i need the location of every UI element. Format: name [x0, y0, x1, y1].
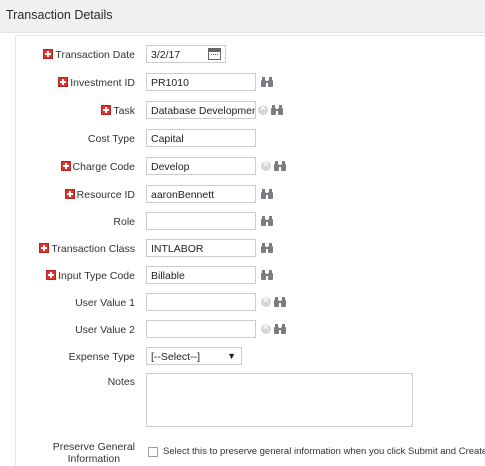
row-transaction-date: Transaction Date 3/2/17	[0, 45, 485, 65]
row-input-type-code: Input Type Code Billable	[0, 266, 485, 286]
row-task: Task Database Developmen	[0, 101, 485, 121]
row-role: Role	[0, 212, 485, 232]
binoculars-icon[interactable]	[261, 243, 273, 253]
required-icon	[43, 49, 54, 59]
task-label: Task	[101, 105, 135, 117]
investment-id-label: Investment ID	[58, 77, 135, 89]
preserve-label: Preserve General Information	[53, 441, 135, 465]
binoculars-icon[interactable]	[274, 297, 286, 307]
resource-id-label: Resource ID	[64, 189, 135, 201]
task-input[interactable]: Database Developmen	[146, 101, 256, 119]
row-resource-id: Resource ID aaronBennett	[0, 185, 485, 205]
required-icon	[101, 105, 112, 115]
row-transaction-class: Transaction Class INTLABOR	[0, 239, 485, 259]
section-title: Transaction Details	[6, 8, 113, 22]
dropdown-arrow-icon: ▼	[227, 351, 236, 361]
transaction-date-label: Transaction Date	[43, 49, 135, 61]
row-notes: Notes	[0, 373, 485, 429]
calendar-icon[interactable]	[208, 48, 221, 60]
clear-icon[interactable]	[258, 103, 268, 115]
section-header: Transaction Details	[0, 0, 485, 33]
binoculars-icon[interactable]	[261, 189, 273, 199]
row-investment-id: Investment ID PR1010	[0, 73, 485, 93]
binoculars-icon[interactable]	[261, 216, 273, 226]
role-label: Role	[113, 216, 135, 228]
row-preserve: Preserve General Information Select this…	[0, 439, 485, 465]
charge-code-input[interactable]: Develop	[146, 157, 256, 175]
clear-icon[interactable]	[261, 159, 271, 171]
user-value-2-input[interactable]	[146, 320, 256, 338]
preserve-checkbox[interactable]	[148, 447, 158, 457]
binoculars-icon[interactable]	[261, 77, 273, 87]
transaction-class-input[interactable]: INTLABOR	[146, 239, 256, 257]
resource-id-input[interactable]: aaronBennett	[146, 185, 256, 203]
user-value-1-input[interactable]	[146, 293, 256, 311]
expense-type-selected: [--Select--]	[151, 351, 201, 363]
row-expense-type: Expense Type [--Select--] ▼	[0, 347, 485, 367]
preserve-label-line2: Information	[67, 453, 121, 465]
transaction-class-label: Transaction Class	[39, 243, 135, 255]
binoculars-icon[interactable]	[271, 105, 283, 115]
input-type-code-label: Input Type Code	[46, 270, 135, 282]
clear-icon[interactable]	[261, 322, 271, 334]
required-icon	[60, 161, 71, 171]
cost-type-input[interactable]: Capital	[146, 129, 256, 147]
notes-textarea[interactable]	[146, 373, 413, 427]
user-value-1-label: User Value 1	[75, 297, 135, 309]
required-icon	[39, 243, 50, 253]
expense-type-select[interactable]: [--Select--] ▼	[146, 347, 242, 365]
notes-label: Notes	[107, 376, 135, 388]
user-value-2-label: User Value 2	[75, 324, 135, 336]
preserve-checkbox-text: Select this to preserve general informat…	[163, 446, 485, 457]
binoculars-icon[interactable]	[274, 324, 286, 334]
expense-type-label: Expense Type	[68, 351, 135, 363]
row-cost-type: Cost Type Capital	[0, 129, 485, 149]
required-icon	[58, 77, 69, 87]
preserve-label-line1: Preserve General	[52, 441, 135, 453]
investment-id-input[interactable]: PR1010	[146, 73, 256, 91]
clear-icon[interactable]	[261, 295, 271, 307]
row-user-value-2: User Value 2	[0, 320, 485, 340]
input-type-code-input[interactable]: Billable	[146, 266, 256, 284]
row-user-value-1: User Value 1	[0, 293, 485, 313]
row-charge-code: Charge Code Develop	[0, 157, 485, 177]
charge-code-label: Charge Code	[60, 161, 135, 173]
binoculars-icon[interactable]	[274, 161, 286, 171]
binoculars-icon[interactable]	[261, 270, 273, 280]
required-icon	[46, 270, 57, 280]
role-input[interactable]	[146, 212, 256, 230]
required-icon	[64, 189, 75, 199]
cost-type-label: Cost Type	[87, 133, 135, 145]
